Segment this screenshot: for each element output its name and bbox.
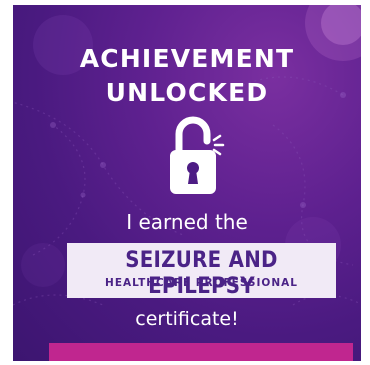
unlocked-padlock-icon bbox=[170, 116, 225, 194]
headline-line-2: UNLOCKED bbox=[105, 78, 269, 107]
certificate-title: SEIZURE AND EPILEPSY bbox=[125, 248, 278, 299]
closing-text: certificate! bbox=[135, 308, 239, 330]
earned-text: I earned the bbox=[126, 210, 248, 234]
accent-bar bbox=[49, 343, 353, 361]
certificate-subtitle: HEALTHCARE PROFESSIONAL bbox=[105, 277, 298, 289]
headline-line-1: ACHIEVEMENT bbox=[79, 44, 295, 73]
achievement-card: ACHIEVEMENT UNLOCKED I earned the SEIZUR… bbox=[13, 5, 361, 361]
certificate-name-box: SEIZURE AND EPILEPSY HEALTHCARE PROFESSI… bbox=[67, 243, 336, 299]
